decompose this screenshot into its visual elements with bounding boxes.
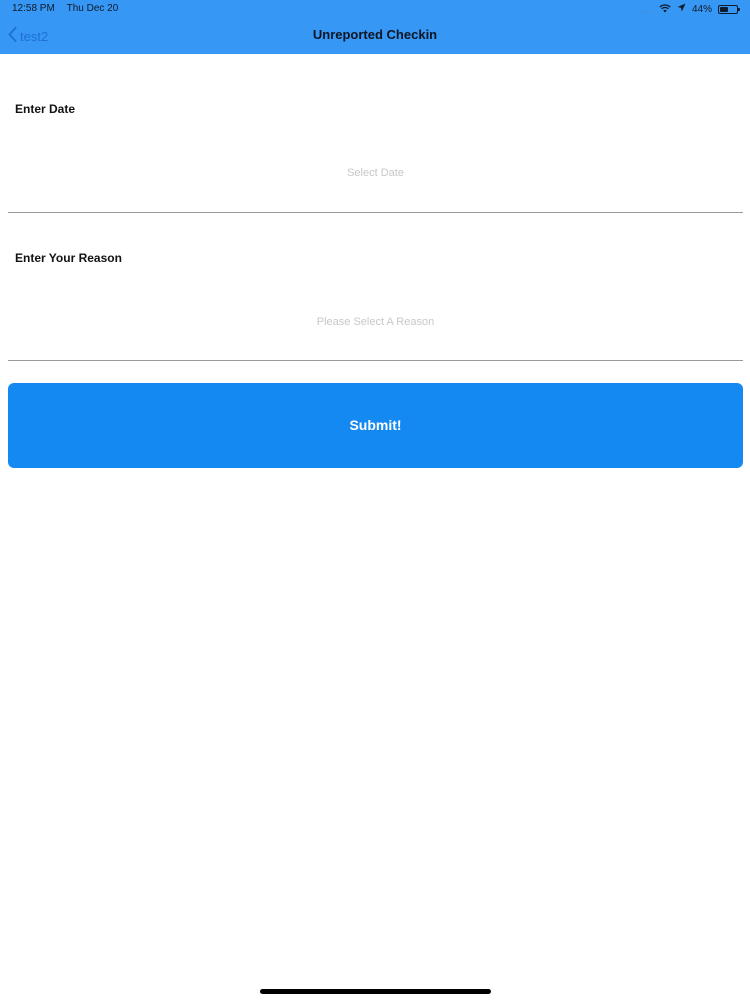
home-indicator[interactable] xyxy=(260,989,491,994)
reason-field-label: Enter Your Reason xyxy=(15,251,122,265)
battery-icon xyxy=(718,4,740,14)
submit-button[interactable]: Submit! xyxy=(8,383,743,468)
status-bar-left: 12:58 PM Thu Dec 20 xyxy=(12,3,118,14)
reason-field-divider xyxy=(8,360,743,361)
location-arrow-icon xyxy=(677,3,686,15)
status-date: Thu Dec 20 xyxy=(66,3,119,14)
date-field-divider xyxy=(8,212,743,213)
status-bar-right: .... 44% xyxy=(633,3,740,16)
battery-cap xyxy=(738,7,740,11)
date-field-label: Enter Date xyxy=(15,102,76,116)
date-picker[interactable]: Select Date xyxy=(8,144,743,202)
navigation-bar: 12:58 PM Thu Dec 20 .... 44% test2 Unrep… xyxy=(0,0,750,54)
reason-picker[interactable]: Please Select A Reason xyxy=(8,293,743,351)
page-title: Unreported Checkin xyxy=(312,27,438,42)
status-time: 12:58 PM xyxy=(12,3,55,14)
battery-level-fill xyxy=(720,6,728,12)
signal-dots: .... xyxy=(638,4,653,14)
wifi-icon xyxy=(659,3,671,16)
battery-percent: 44% xyxy=(691,3,712,15)
